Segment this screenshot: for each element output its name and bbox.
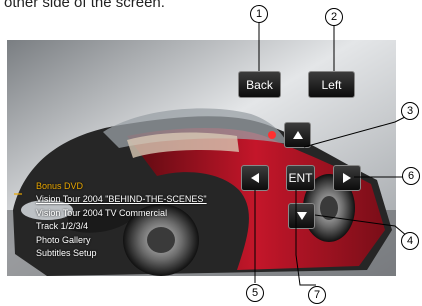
menu-title: Bonus DVD xyxy=(36,181,84,191)
top-caption: other side of the screen. xyxy=(4,0,165,11)
arrow-down-icon xyxy=(296,212,307,220)
enter-button[interactable]: ENT xyxy=(286,165,315,191)
callout-4: 4 xyxy=(401,232,419,250)
arrow-up-icon xyxy=(292,131,303,139)
menu-item-subtitles-setup[interactable]: Subtitles Setup xyxy=(36,247,207,260)
callout-3: 3 xyxy=(401,102,419,120)
left-button[interactable]: Left xyxy=(308,71,355,98)
up-button[interactable] xyxy=(284,122,311,148)
callout-5: 5 xyxy=(246,284,264,302)
bonus-menu: Bonus DVD Vision Tour 2004 "BEHIND-THE-S… xyxy=(36,180,207,260)
menu-item-tracks[interactable]: Track 1/2/3/4 xyxy=(36,220,207,233)
callout-2: 2 xyxy=(325,8,343,26)
right-arrow-button[interactable] xyxy=(333,165,361,191)
menu-item-behind-the-scenes[interactable]: Vision Tour 2004 "BEHIND-THE-SCENES" xyxy=(36,193,207,206)
arrow-left-icon xyxy=(251,173,259,183)
menu-item-tv-commercial[interactable]: Vision Tour 2004 TV Commercial xyxy=(36,207,207,220)
callout-1: 1 xyxy=(250,5,268,23)
back-button[interactable]: Back xyxy=(238,71,281,98)
down-button[interactable] xyxy=(288,203,315,229)
callout-6: 6 xyxy=(402,167,420,185)
video-screen: Back Left ENT Bonus DVD Vision Tour 2004… xyxy=(7,40,396,276)
left-arrow-button[interactable] xyxy=(241,165,269,191)
callout-7: 7 xyxy=(308,286,326,304)
menu-item-photo-gallery[interactable]: Photo Gallery xyxy=(36,234,207,247)
arrow-right-icon xyxy=(343,173,351,183)
